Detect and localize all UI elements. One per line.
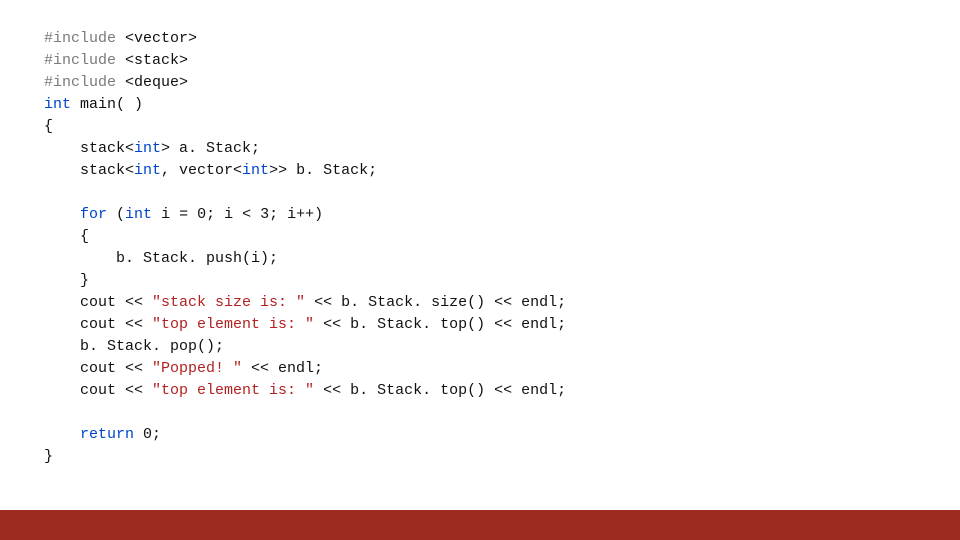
for-rest: i = 0; i < 3; i++) [152, 206, 323, 223]
for-brace-open: { [44, 228, 89, 245]
str-top2: "top element is: " [152, 382, 314, 399]
str-popped: "Popped! " [152, 360, 242, 377]
return-rest: 0; [134, 426, 161, 443]
line-bstack-2: , vector< [161, 162, 242, 179]
code-block: #include <vector> #include <stack> #incl… [44, 28, 566, 468]
cout-top-2b: << b. Stack. top() << endl; [314, 382, 566, 399]
kw-int-i: int [125, 206, 152, 223]
pop-line: b. Stack. pop(); [44, 338, 224, 355]
footer-bar [0, 510, 960, 540]
main-decl: main( ) [71, 96, 143, 113]
str-size: "stack size is: " [152, 294, 305, 311]
line-astack-2: > a. Stack; [161, 140, 260, 157]
line-bstack-3: >> b. Stack; [269, 162, 377, 179]
pp-include-1: #include [44, 30, 116, 47]
inc-stack: <stack> [125, 52, 188, 69]
kw-int-a: int [134, 140, 161, 157]
line-bstack-1: stack< [44, 162, 134, 179]
for-brace-close: } [44, 272, 89, 289]
slide: #include <vector> #include <stack> #incl… [0, 0, 960, 540]
kw-int-b2: int [242, 162, 269, 179]
brace-open: { [44, 118, 53, 135]
pp-include-3: #include [44, 74, 116, 91]
cout-top-2a: cout << [44, 382, 152, 399]
line-astack-1: stack< [44, 140, 134, 157]
for-paren: ( [107, 206, 125, 223]
kw-for: for [80, 206, 107, 223]
cout-popped-a: cout << [44, 360, 152, 377]
for-indent [44, 206, 80, 223]
kw-int-main: int [44, 96, 71, 113]
str-top1: "top element is: " [152, 316, 314, 333]
return-indent [44, 426, 80, 443]
cout-top-1a: cout << [44, 316, 152, 333]
kw-int-b1: int [134, 162, 161, 179]
pp-include-2: #include [44, 52, 116, 69]
inc-deque: <deque> [125, 74, 188, 91]
push-line: b. Stack. push(i); [44, 250, 278, 267]
cout-top-1b: << b. Stack. top() << endl; [314, 316, 566, 333]
cout-size-2: << b. Stack. size() << endl; [305, 294, 566, 311]
cout-size-1: cout << [44, 294, 152, 311]
inc-vector: <vector> [125, 30, 197, 47]
cout-popped-b: << endl; [242, 360, 323, 377]
kw-return: return [80, 426, 134, 443]
brace-close: } [44, 448, 53, 465]
